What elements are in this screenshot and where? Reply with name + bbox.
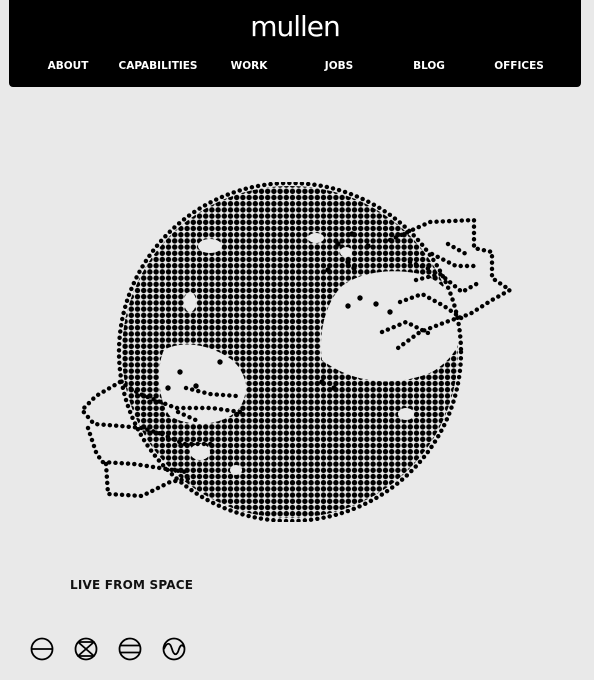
nav-item-work[interactable]: WORK <box>231 58 268 74</box>
main-nav: ABOUT CAPABILITIES WORK JOBS BLOG OFFICE… <box>9 58 581 74</box>
circle-horizontal-line-icon[interactable] <box>29 636 55 662</box>
circle-hourglass-icon[interactable] <box>73 636 99 662</box>
dot-matrix-globe <box>60 182 520 522</box>
circle-double-line-icon[interactable] <box>117 636 143 662</box>
caption-live-from-space: LIVE FROM SPACE <box>70 578 194 592</box>
nav-item-about[interactable]: ABOUT <box>48 58 89 74</box>
site-header: mullen ABOUT CAPABILITIES WORK JOBS BLOG… <box>9 0 581 87</box>
mullen-logo[interactable]: mullen <box>9 10 581 44</box>
nav-item-offices[interactable]: OFFICES <box>494 58 544 74</box>
nav-item-capabilities[interactable]: CAPABILITIES <box>118 58 197 74</box>
circle-wave-icon[interactable] <box>161 636 187 662</box>
nav-item-jobs[interactable]: JOBS <box>325 58 353 74</box>
nav-item-blog[interactable]: BLOG <box>413 58 445 74</box>
